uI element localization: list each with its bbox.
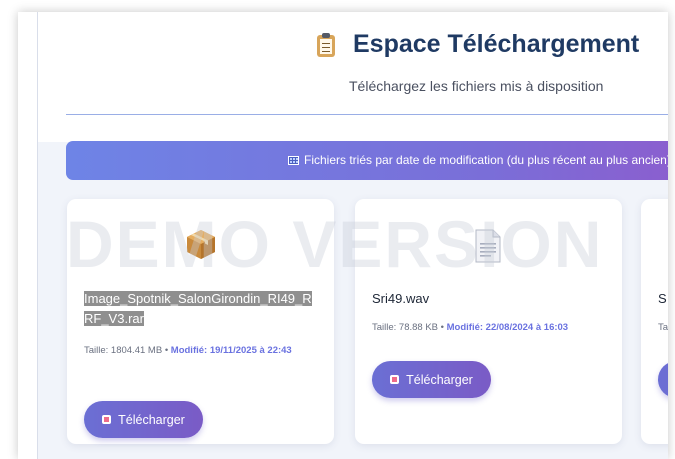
file-modified: Modifié: 22/08/2024 à 16:03 xyxy=(446,322,569,333)
file-meta: Taille: 1804.41 MB • Modifié: 19/11/2025… xyxy=(84,342,314,359)
package-icon xyxy=(187,230,215,259)
download-icon xyxy=(390,375,400,384)
file-modified: Modifié: 19/11/2025 à 22:43 xyxy=(170,345,292,356)
file-card: Sri49.wav Taille: 78.88 KB • Modifié: 22… xyxy=(355,199,622,444)
meta-separator: • xyxy=(440,322,444,333)
page-subtitle: Téléchargez les fichiers mis à dispositi… xyxy=(349,78,604,94)
file-name[interactable]: Image_Spotnik_SalonGirondin_RI49_RRF_V3.… xyxy=(84,289,320,329)
download-icon xyxy=(102,415,112,424)
download-button[interactable] xyxy=(658,361,668,398)
file-size: Ta xyxy=(658,322,668,333)
download-button-label: Télécharger xyxy=(406,372,473,387)
header-divider xyxy=(66,114,668,115)
clipboard-icon xyxy=(316,32,336,57)
title-row: Espace Téléchargement xyxy=(316,30,639,59)
download-button[interactable]: Télécharger xyxy=(84,401,203,438)
document-icon xyxy=(475,229,501,263)
browser-window: Espace Téléchargement Téléchargez les fi… xyxy=(18,12,668,459)
table-icon xyxy=(288,155,299,165)
file-card: S Ta xyxy=(641,199,668,444)
left-panel-edge xyxy=(18,12,38,459)
file-name: S xyxy=(658,291,667,306)
meta-separator: • xyxy=(164,345,169,356)
sort-info-text: Fichiers triés par date de modification … xyxy=(304,153,668,167)
file-name: Sri49.wav xyxy=(372,291,430,306)
file-size: Taille: 1804.41 MB xyxy=(84,345,163,356)
page-title: Espace Téléchargement xyxy=(353,30,640,58)
download-button[interactable]: Télécharger xyxy=(372,361,491,398)
file-size: Taille: 78.88 KB xyxy=(372,322,439,333)
file-card: Image_Spotnik_SalonGirondin_RI49_RRF_V3.… xyxy=(67,199,334,444)
sort-info-banner: Fichiers triés par date de modification … xyxy=(66,141,668,180)
download-button-label: Télécharger xyxy=(118,412,185,427)
file-meta: Taille: 78.88 KB • Modifié: 22/08/2024 à… xyxy=(372,319,602,336)
